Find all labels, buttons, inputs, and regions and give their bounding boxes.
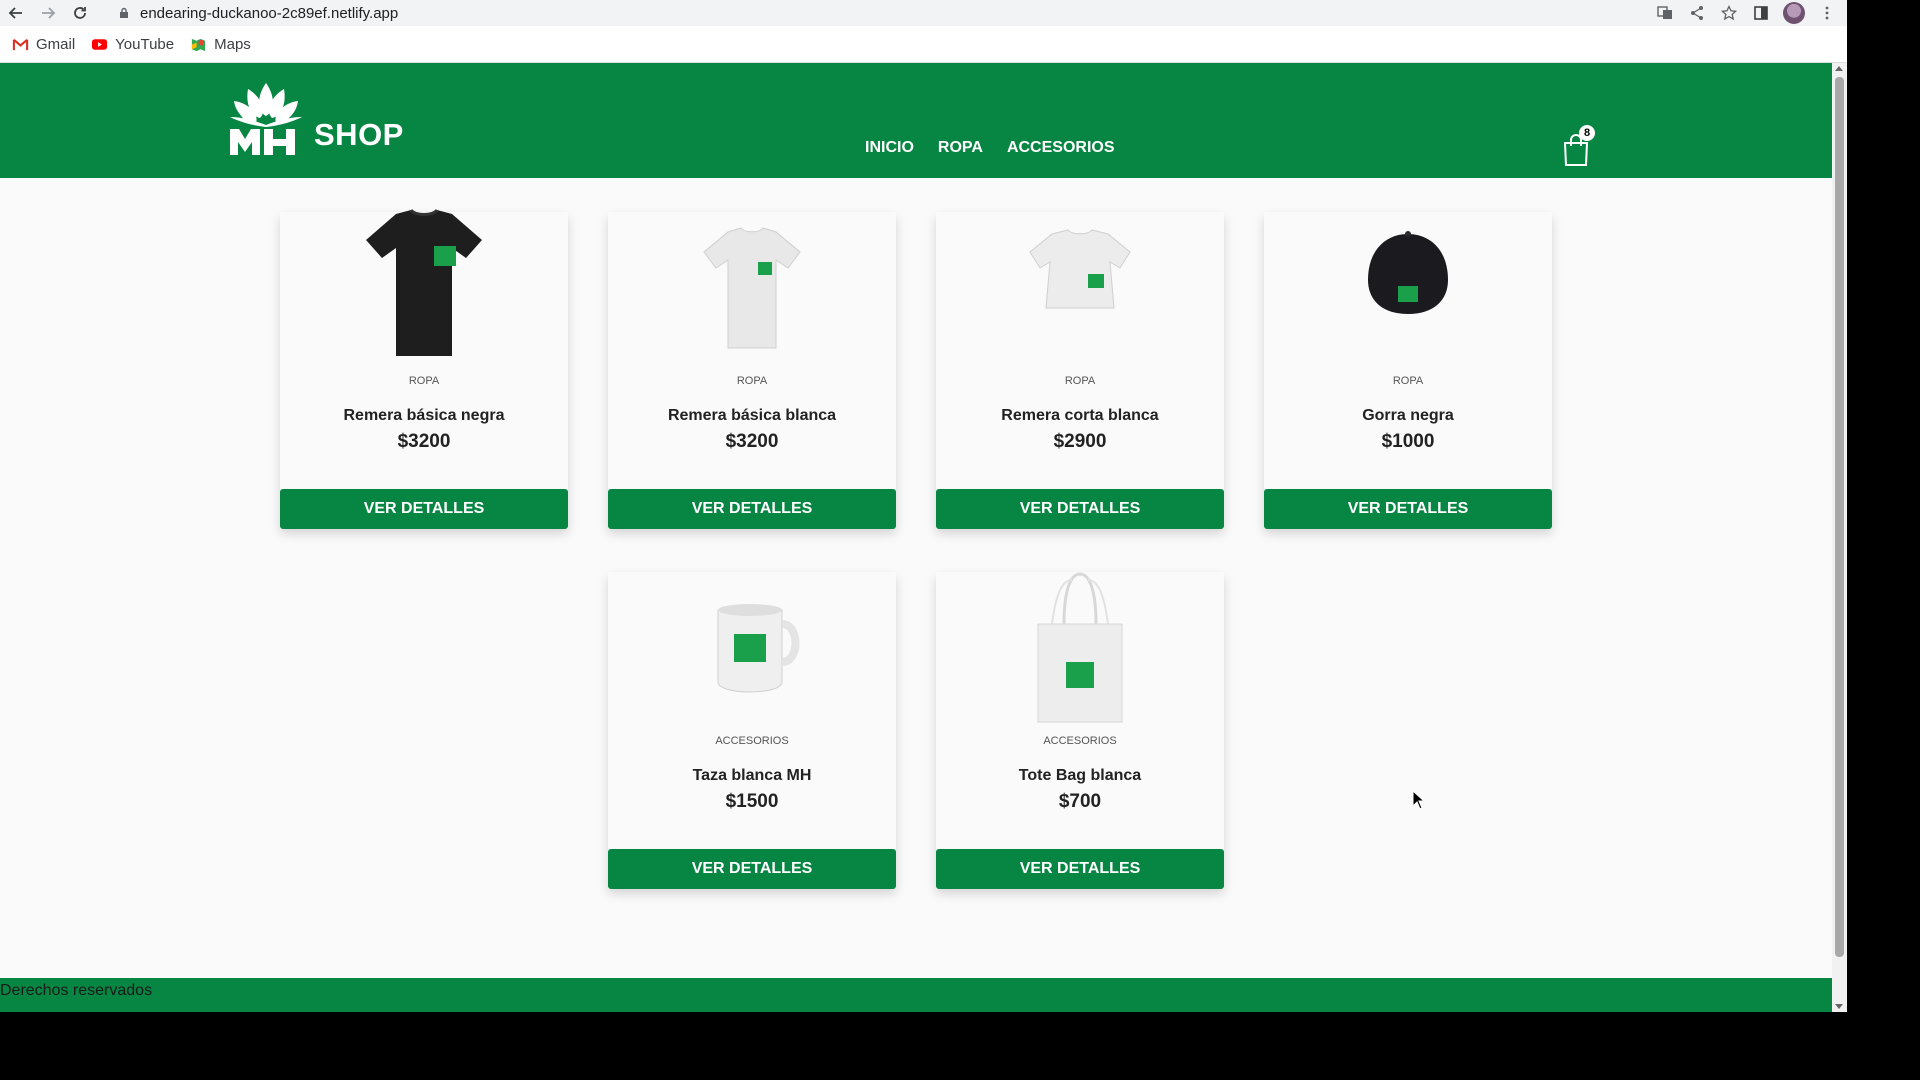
- logo-text: SHOP: [314, 117, 404, 152]
- product-category: ROPA: [408, 375, 440, 387]
- product-image: [672, 562, 832, 727]
- product-category: ROPA: [736, 375, 768, 387]
- browser-actions: [1655, 0, 1837, 26]
- page-viewport: SHOP INICIO ROPA ACCESORIOS 8 ROPA Remer…: [0, 63, 1832, 1012]
- site-header: SHOP INICIO ROPA ACCESORIOS 8: [0, 63, 1832, 178]
- address-bar[interactable]: endearing-duckanoo-2c89ef.netlify.app: [110, 2, 1710, 24]
- product-title: Remera básica negra: [343, 407, 505, 424]
- white-crop-top-icon: [1029, 229, 1131, 309]
- browser-toolbar: endearing-duckanoo-2c89ef.netlify.app: [0, 0, 1847, 26]
- product-title: Taza blanca MH: [692, 767, 812, 784]
- nav-link-ropa[interactable]: ROPA: [938, 139, 983, 157]
- product-title: Gorra negra: [1362, 407, 1454, 424]
- product-image: [672, 202, 832, 367]
- lock-icon: [120, 7, 128, 18]
- white-tshirt-icon: [703, 227, 801, 349]
- product-price: $3200: [725, 431, 779, 452]
- translate-icon[interactable]: [1655, 3, 1675, 23]
- bookmark-label: YouTube: [115, 35, 175, 53]
- product-price: $1500: [725, 791, 779, 812]
- product-title: Remera corta blanca: [1001, 407, 1159, 424]
- bookmark-youtube[interactable]: YouTube: [91, 36, 174, 53]
- view-details-button[interactable]: VER DETALLES: [608, 489, 896, 529]
- black-tshirt-icon: [366, 208, 482, 356]
- main-nav: INICIO ROPA ACCESORIOS: [865, 139, 1115, 157]
- site-footer: Derechos reservados: [0, 978, 1832, 1012]
- view-details-button[interactable]: VER DETALLES: [608, 849, 896, 889]
- product-card: ROPA Remera básica blanca $3200 VER DETA…: [608, 212, 896, 529]
- product-price: $1000: [1381, 431, 1435, 452]
- star-icon[interactable]: [1719, 3, 1739, 23]
- url-text: endearing-duckanoo-2c89ef.netlify.app: [140, 4, 399, 22]
- nav-link-inicio[interactable]: INICIO: [865, 139, 914, 157]
- product-price: $3200: [397, 431, 451, 452]
- view-details-button[interactable]: VER DETALLES: [1264, 489, 1552, 529]
- forward-arrow-icon: [42, 7, 56, 19]
- logo[interactable]: SHOP: [228, 81, 404, 157]
- maps-icon: [192, 38, 206, 51]
- footer-text: Derechos reservados: [0, 982, 153, 999]
- product-category: ROPA: [1064, 375, 1096, 387]
- bookmark-label: Gmail: [36, 35, 76, 53]
- mouse-cursor-icon: [1412, 790, 1426, 810]
- view-details-button[interactable]: VER DETALLES: [280, 489, 568, 529]
- bookmarks-bar: Gmail YouTube Maps: [0, 26, 1847, 63]
- view-details-button[interactable]: VER DETALLES: [936, 849, 1224, 889]
- reload-button[interactable]: [64, 0, 96, 26]
- scrollbar-thumb[interactable]: [1835, 77, 1844, 957]
- lotus-logo-icon: [230, 83, 302, 155]
- share-icon[interactable]: [1687, 3, 1707, 23]
- product-image: [1000, 562, 1160, 727]
- product-image: [1000, 202, 1160, 367]
- product-category: ROPA: [1392, 375, 1424, 387]
- product-title: Tote Bag blanca: [1018, 767, 1142, 784]
- bookmark-maps[interactable]: Maps: [190, 36, 251, 53]
- product-card: ROPA Remera corta blanca $2900 VER DETAL…: [936, 212, 1224, 529]
- bookmark-gmail[interactable]: Gmail: [12, 36, 75, 53]
- product-price: $700: [1058, 791, 1102, 812]
- product-category: ACCESORIOS: [715, 735, 789, 747]
- reload-icon: [74, 7, 86, 19]
- product-category: ACCESORIOS: [1043, 735, 1117, 747]
- product-card: ROPA Remera básica negra $3200 VER DETAL…: [280, 208, 568, 529]
- side-panel-icon[interactable]: [1751, 3, 1771, 23]
- product-card: ACCESORIOS Tote Bag blanca $700 VER DETA…: [936, 572, 1224, 889]
- product-image: [344, 202, 504, 367]
- white-mug-icon: [717, 604, 800, 693]
- view-details-button[interactable]: VER DETALLES: [936, 489, 1224, 529]
- forward-button[interactable]: [32, 0, 64, 26]
- scroll-up-arrow-icon[interactable]: [1835, 66, 1843, 71]
- product-card: ROPA Gorra negra $1000 VER DETALLES: [1264, 212, 1552, 529]
- cart-widget[interactable]: 8: [1562, 125, 1595, 166]
- kebab-menu-icon[interactable]: [1817, 3, 1837, 23]
- bookmark-label: Maps: [214, 35, 251, 53]
- product-card: ACCESORIOS Taza blanca MH $1500 VER DETA…: [608, 572, 896, 889]
- tote-bag-icon: [1037, 572, 1123, 723]
- cart-count-badge: 8: [1579, 125, 1595, 141]
- nav-link-accesorios[interactable]: ACCESORIOS: [1007, 139, 1115, 157]
- product-price: $2900: [1053, 431, 1107, 452]
- back-button[interactable]: [0, 0, 32, 26]
- back-arrow-icon: [8, 7, 22, 19]
- scroll-down-arrow-icon[interactable]: [1835, 1004, 1843, 1009]
- gmail-icon: [12, 38, 29, 50]
- product-image: [1328, 202, 1488, 367]
- page-scrollbar[interactable]: [1832, 63, 1847, 1012]
- product-title: Remera básica blanca: [667, 407, 837, 424]
- profile-avatar[interactable]: [1783, 2, 1805, 24]
- youtube-icon: [92, 38, 108, 50]
- browser-window: endearing-duckanoo-2c89ef.netlify.app Gm…: [0, 0, 1847, 1012]
- black-cap-icon: [1368, 231, 1448, 314]
